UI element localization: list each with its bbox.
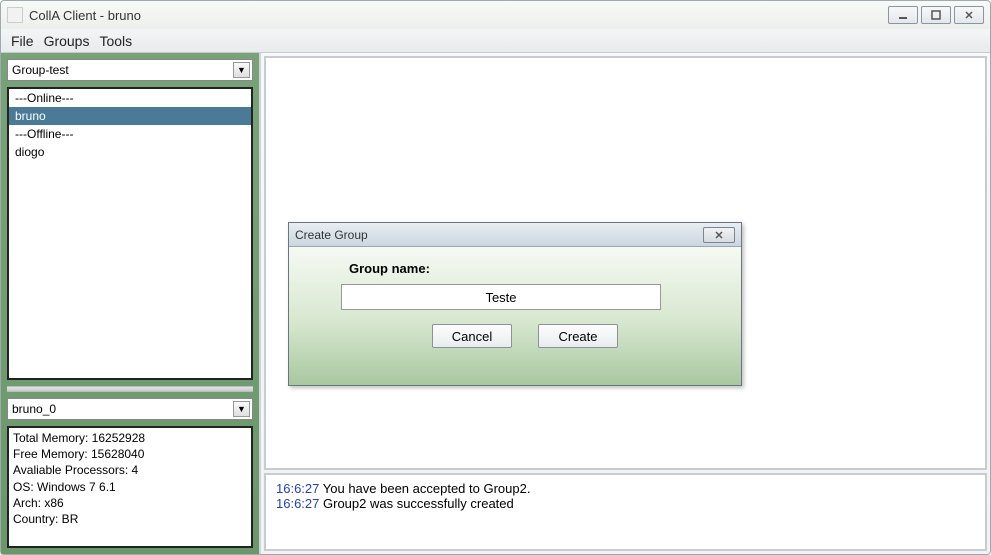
log-entry: 16:6:27 You have been accepted to Group2… bbox=[276, 481, 975, 496]
close-icon bbox=[964, 10, 974, 20]
menubar: File Groups Tools bbox=[1, 29, 990, 53]
info-processors: Avaliable Processors: 4 bbox=[13, 462, 247, 478]
log-message: Group2 was successfully created bbox=[323, 496, 514, 511]
app-window: CollA Client - bruno File Groups Tools G… bbox=[0, 0, 991, 555]
splitter-horizontal[interactable] bbox=[7, 386, 253, 392]
info-country: Country: BR bbox=[13, 511, 247, 527]
log-entry: 16:6:27 Group2 was successfully created bbox=[276, 496, 975, 511]
info-os: OS: Windows 7 6.1 bbox=[13, 479, 247, 495]
info-free-memory: Free Memory: 15628040 bbox=[13, 446, 247, 462]
info-arch: Arch: x86 bbox=[13, 495, 247, 511]
cancel-button[interactable]: Cancel bbox=[432, 324, 512, 348]
group-select-value: Group-test bbox=[12, 63, 69, 77]
chevron-down-icon: ▼ bbox=[233, 401, 250, 417]
menu-tools[interactable]: Tools bbox=[99, 33, 132, 49]
minimize-button[interactable] bbox=[888, 6, 918, 24]
group-name-label: Group name: bbox=[349, 261, 701, 276]
dialog-title-text: Create Group bbox=[295, 228, 368, 242]
maximize-icon bbox=[931, 10, 941, 20]
create-group-dialog: Create Group Group name: Cancel Create bbox=[288, 222, 742, 386]
minimize-icon bbox=[898, 10, 908, 20]
menu-file[interactable]: File bbox=[11, 33, 34, 49]
sidebar: Group-test ▼ ---Online--- bruno ---Offli… bbox=[1, 53, 261, 554]
dialog-body: Group name: Cancel Create bbox=[289, 247, 741, 358]
user-list[interactable]: ---Online--- bruno ---Offline--- diogo bbox=[7, 87, 253, 380]
user-item-diogo[interactable]: diogo bbox=[9, 143, 251, 161]
info-total-memory: Total Memory: 16252928 bbox=[13, 430, 247, 446]
group-select[interactable]: Group-test ▼ bbox=[7, 59, 253, 81]
log-area: 16:6:27 You have been accepted to Group2… bbox=[264, 473, 987, 551]
session-select-value: bruno_0 bbox=[12, 402, 56, 416]
titlebar[interactable]: CollA Client - bruno bbox=[1, 1, 990, 29]
group-name-input[interactable] bbox=[341, 284, 661, 310]
close-button[interactable] bbox=[954, 6, 984, 24]
offline-header: ---Offline--- bbox=[9, 125, 251, 143]
dialog-titlebar[interactable]: Create Group bbox=[289, 223, 741, 247]
online-header: ---Online--- bbox=[9, 89, 251, 107]
dialog-close-button[interactable] bbox=[703, 227, 735, 243]
create-button[interactable]: Create bbox=[538, 324, 618, 348]
log-message: You have been accepted to Group2. bbox=[323, 481, 531, 496]
menu-groups[interactable]: Groups bbox=[44, 33, 90, 49]
app-icon bbox=[7, 7, 23, 23]
window-title: CollA Client - bruno bbox=[29, 8, 888, 23]
user-item-bruno[interactable]: bruno bbox=[9, 107, 251, 125]
session-select[interactable]: bruno_0 ▼ bbox=[7, 398, 253, 420]
chevron-down-icon: ▼ bbox=[233, 62, 250, 78]
log-time: 16:6:27 bbox=[276, 481, 319, 496]
maximize-button[interactable] bbox=[921, 6, 951, 24]
close-icon bbox=[714, 230, 724, 240]
log-time: 16:6:27 bbox=[276, 496, 319, 511]
window-controls bbox=[888, 6, 984, 24]
system-info: Total Memory: 16252928 Free Memory: 1562… bbox=[7, 426, 253, 548]
dialog-buttons: Cancel Create bbox=[349, 324, 701, 348]
